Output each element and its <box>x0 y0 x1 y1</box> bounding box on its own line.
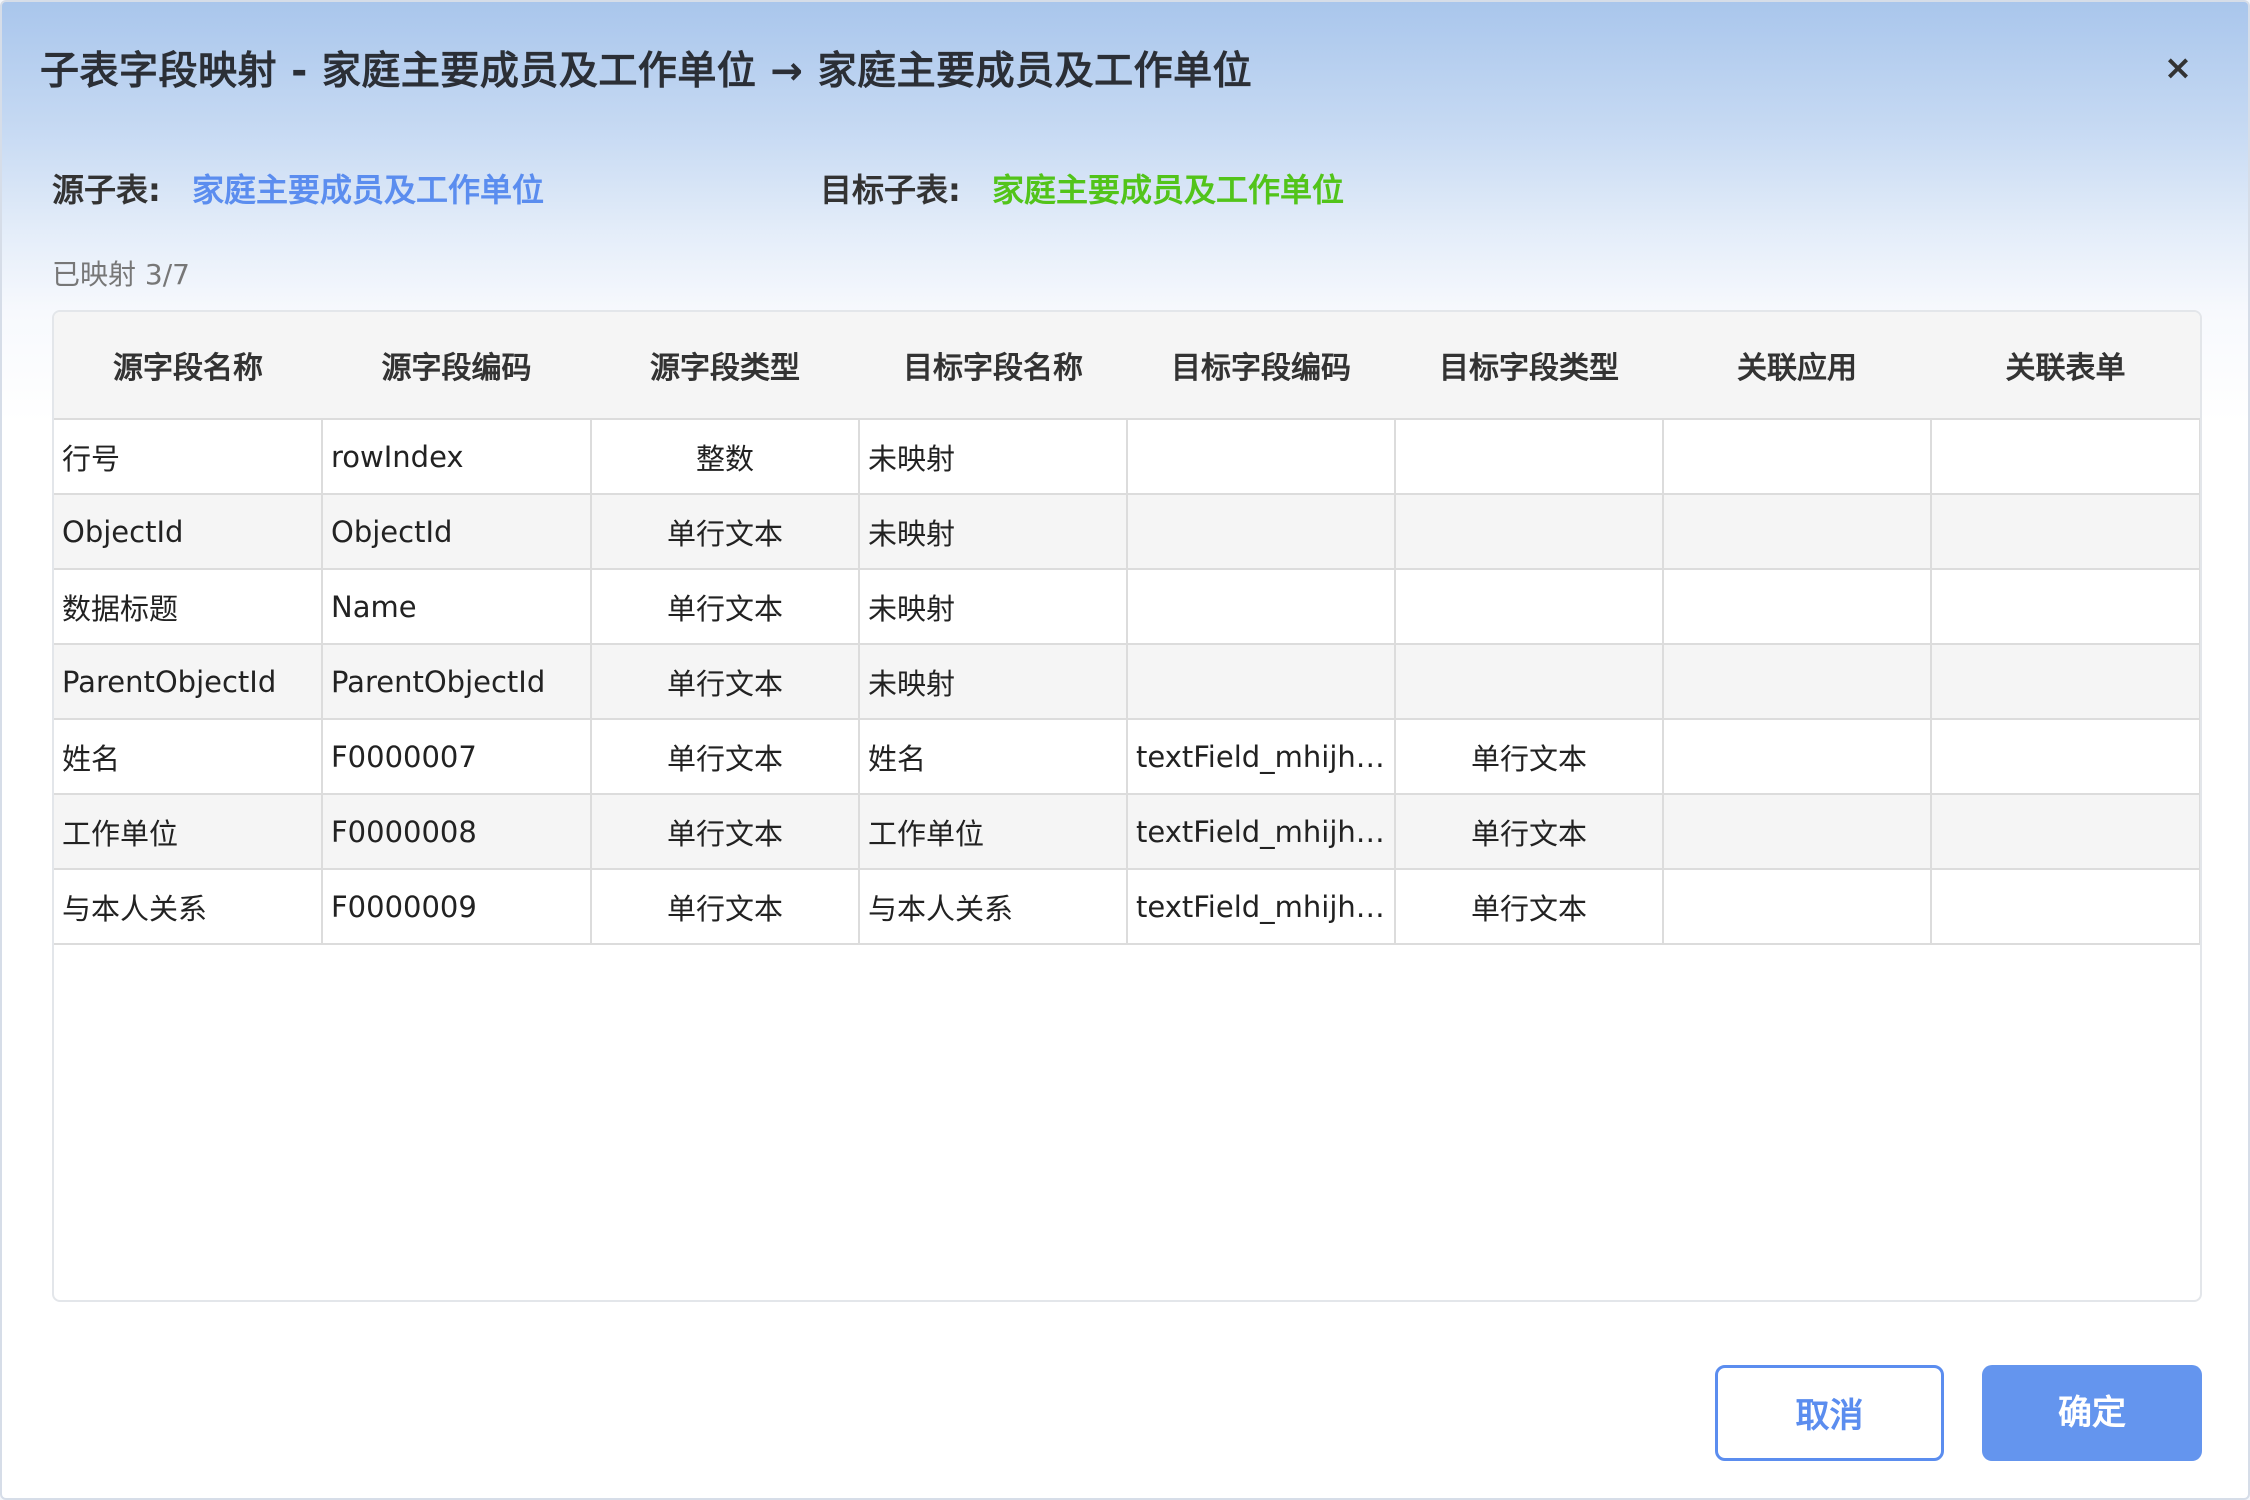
linked-form <box>1930 718 2200 795</box>
target-field-code <box>1126 568 1396 645</box>
source-field-code: Name <box>321 568 592 645</box>
source-field-name: 行号 <box>54 418 323 495</box>
target-field-code <box>1126 493 1396 570</box>
source-field-type: 单行文本 <box>590 643 860 720</box>
target-field-name[interactable]: 工作单位 <box>858 793 1128 870</box>
linked-app <box>1662 793 1932 870</box>
target-field-name[interactable]: 未映射 <box>858 568 1128 645</box>
linked-form <box>1930 643 2200 720</box>
source-field-type: 单行文本 <box>590 718 860 795</box>
target-field-code <box>1126 418 1396 495</box>
target-field-code: textField_mhijhm... <box>1126 793 1396 870</box>
source-field-code: F0000007 <box>321 718 592 795</box>
target-table-info: 目标子表: 家庭主要成员及工作单位 <box>820 165 1344 211</box>
source-field-code: rowIndex <box>321 418 592 495</box>
source-field-code: ObjectId <box>321 493 592 570</box>
header-target-field-name: 目标字段名称 <box>859 312 1127 419</box>
target-field-code: textField_mhijhm... <box>1126 718 1396 795</box>
header-source-field-name: 源字段名称 <box>54 312 322 419</box>
source-field-type: 单行文本 <box>590 493 860 570</box>
target-field-code: textField_mhijhm... <box>1126 868 1396 945</box>
table-row: ParentObjectId ParentObjectId 单行文本 未映射 <box>54 643 2200 720</box>
linked-form <box>1930 793 2200 870</box>
source-field-name: 与本人关系 <box>54 868 323 945</box>
linked-app <box>1662 643 1932 720</box>
target-field-type: 单行文本 <box>1394 868 1664 945</box>
linked-app <box>1662 568 1932 645</box>
header-source-field-code: 源字段编码 <box>322 312 591 419</box>
cancel-button[interactable]: 取消 <box>1715 1365 1944 1461</box>
target-table-name: 家庭主要成员及工作单位 <box>991 171 1344 209</box>
linked-app <box>1662 418 1932 495</box>
linked-app <box>1662 868 1932 945</box>
mapped-status: 已映射 3/7 <box>52 258 190 291</box>
header-target-field-code: 目标字段编码 <box>1127 312 1395 419</box>
target-field-type <box>1394 493 1664 570</box>
field-mapping-dialog: 子表字段映射 - 家庭主要成员及工作单位 → 家庭主要成员及工作单位 × 源子表… <box>0 0 2250 1500</box>
source-field-name: 工作单位 <box>54 793 323 870</box>
target-field-name[interactable]: 未映射 <box>858 643 1128 720</box>
source-field-name: 数据标题 <box>54 568 323 645</box>
dialog-title: 子表字段映射 - 家庭主要成员及工作单位 → 家庭主要成员及工作单位 <box>40 49 1253 94</box>
source-table-name: 家庭主要成员及工作单位 <box>191 171 544 209</box>
table-row: 工作单位 F0000008 单行文本 工作单位 textField_mhijhm… <box>54 793 2200 870</box>
linked-app <box>1662 493 1932 570</box>
mapping-table-container[interactable]: 源字段名称 源字段编码 源字段类型 目标字段名称 目标字段编码 目标字段类型 关… <box>52 310 2202 1302</box>
source-field-name: ParentObjectId <box>54 643 323 720</box>
header-linked-app: 关联应用 <box>1663 312 1931 419</box>
source-field-code: F0000009 <box>321 868 592 945</box>
header-linked-form: 关联表单 <box>1931 312 2200 419</box>
target-field-type <box>1394 568 1664 645</box>
header-source-field-type: 源字段类型 <box>591 312 859 419</box>
linked-form <box>1930 568 2200 645</box>
table-row: 行号 rowIndex 整数 未映射 <box>54 418 2200 495</box>
table-row: 与本人关系 F0000009 单行文本 与本人关系 textField_mhij… <box>54 868 2200 945</box>
table-row: ObjectId ObjectId 单行文本 未映射 <box>54 493 2200 570</box>
linked-form <box>1930 418 2200 495</box>
source-field-type: 单行文本 <box>590 868 860 945</box>
target-field-type <box>1394 418 1664 495</box>
linked-form <box>1930 493 2200 570</box>
header-target-field-type: 目标字段类型 <box>1395 312 1663 419</box>
target-field-code <box>1126 643 1396 720</box>
table-header-row: 源字段名称 源字段编码 源字段类型 目标字段名称 目标字段编码 目标字段类型 关… <box>54 312 2200 419</box>
close-icon[interactable]: × <box>2156 46 2200 90</box>
source-table-info: 源子表: 家庭主要成员及工作单位 <box>52 165 544 211</box>
linked-app <box>1662 718 1932 795</box>
mapping-table: 源字段名称 源字段编码 源字段类型 目标字段名称 目标字段编码 目标字段类型 关… <box>54 312 2200 945</box>
target-field-name[interactable]: 未映射 <box>858 493 1128 570</box>
target-field-type: 单行文本 <box>1394 718 1664 795</box>
target-field-type <box>1394 643 1664 720</box>
source-field-code: F0000008 <box>321 793 592 870</box>
target-table-label: 目标子表: <box>820 171 961 209</box>
source-field-type: 单行文本 <box>590 568 860 645</box>
target-field-name[interactable]: 与本人关系 <box>858 868 1128 945</box>
source-table-label: 源子表: <box>52 171 161 209</box>
source-field-type: 单行文本 <box>590 793 860 870</box>
target-field-name[interactable]: 未映射 <box>858 418 1128 495</box>
source-field-code: ParentObjectId <box>321 643 592 720</box>
linked-form <box>1930 868 2200 945</box>
source-field-name: ObjectId <box>54 493 323 570</box>
confirm-button[interactable]: 确定 <box>1982 1365 2202 1461</box>
table-row: 数据标题 Name 单行文本 未映射 <box>54 568 2200 645</box>
source-field-type: 整数 <box>590 418 860 495</box>
table-row: 姓名 F0000007 单行文本 姓名 textField_mhijhm... … <box>54 718 2200 795</box>
target-field-name[interactable]: 姓名 <box>858 718 1128 795</box>
source-field-name: 姓名 <box>54 718 323 795</box>
target-field-type: 单行文本 <box>1394 793 1664 870</box>
